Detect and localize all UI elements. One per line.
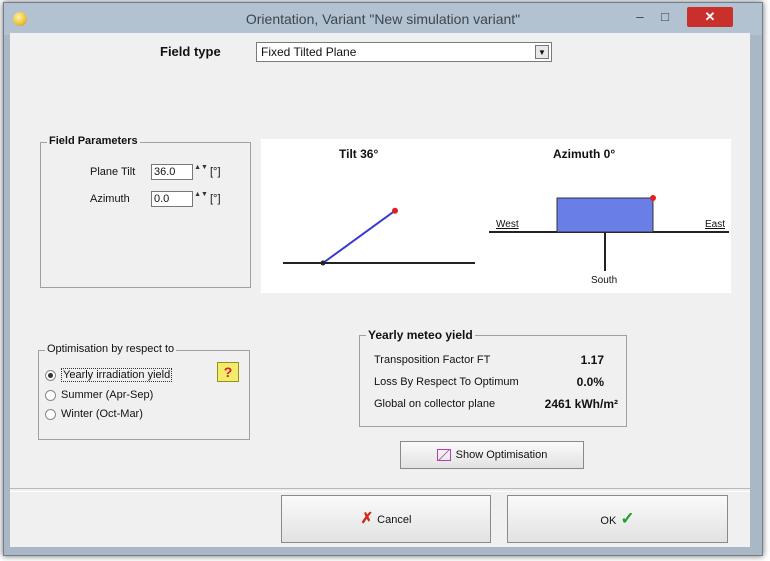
radio-summer-label: Summer (Apr-Sep)	[61, 389, 154, 401]
yearly-yield-title: Yearly meteo yield	[366, 328, 475, 342]
chevron-down-icon[interactable]: ▼	[535, 45, 549, 59]
maximize-button[interactable]: □	[654, 7, 676, 27]
show-optimisation-button[interactable]: Show Optimisation	[400, 441, 584, 469]
global-collector-label: Global on collector plane	[374, 398, 496, 410]
ok-label: OK	[600, 515, 617, 527]
azimuth-input[interactable]: 0.0	[151, 191, 193, 207]
tilt-tip-marker	[392, 207, 398, 214]
show-optimisation-label: Show Optimisation	[455, 449, 548, 461]
azimuth-label: Azimuth	[90, 193, 130, 205]
east-label: East	[705, 219, 726, 230]
check-icon: ✓	[620, 509, 635, 528]
azimuth-corner-marker	[650, 195, 656, 201]
plane-tilt-input[interactable]: 36.0	[151, 164, 193, 180]
field-parameters-title: Field Parameters	[47, 135, 140, 147]
separator	[10, 488, 750, 492]
optimisation-title: Optimisation by respect to	[45, 343, 177, 355]
title-bar[interactable]: Orientation, Variant "New simulation var…	[4, 3, 762, 35]
tilted-plane-line	[322, 209, 396, 264]
minimize-button[interactable]: –	[629, 7, 651, 27]
radio-yearly[interactable]: Yearly irradiation yield	[45, 368, 173, 382]
cancel-label: Cancel	[377, 514, 412, 526]
global-collector-value: 2461 kWh/m²	[544, 397, 618, 411]
yearly-yield-group: Yearly meteo yield Transposition Factor …	[359, 328, 627, 427]
azimuth-unit: [°]	[210, 193, 221, 205]
field-type-select[interactable]: Fixed Tilted Plane ▼	[256, 42, 552, 62]
radio-summer-indicator[interactable]	[45, 389, 56, 401]
chart-icon	[436, 449, 451, 462]
cancel-button[interactable]: ✗ Cancel	[281, 495, 491, 543]
transposition-factor-value: 1.17	[580, 353, 604, 367]
cancel-x-icon: ✗	[360, 510, 374, 527]
orientation-diagram-svg	[283, 195, 729, 271]
ok-button[interactable]: OK ✓	[507, 495, 728, 543]
transposition-factor-label: Transposition Factor FT	[374, 354, 491, 366]
radio-yearly-indicator[interactable]	[45, 369, 56, 381]
help-button[interactable]: ?	[217, 362, 239, 382]
plane-tilt-unit: [°]	[210, 166, 221, 178]
radio-winter-indicator[interactable]	[45, 408, 56, 420]
radio-winter-label: Winter (Oct-Mar)	[61, 408, 143, 420]
field-parameters-group: Field Parameters	[40, 135, 251, 288]
tilt-pivot-marker	[320, 260, 326, 266]
plane-tilt-label: Plane Tilt	[90, 166, 136, 178]
west-label: West	[496, 219, 519, 230]
azimuth-spinner[interactable]: ▲▼	[194, 191, 208, 207]
radio-winter[interactable]: Winter (Oct-Mar)	[45, 408, 143, 420]
orientation-diagram: Tilt 36° Azimuth 0° West East South	[261, 139, 731, 293]
south-label: South	[591, 275, 618, 286]
field-type-value: Fixed Tilted Plane	[261, 45, 357, 59]
radio-summer[interactable]: Summer (Apr-Sep)	[45, 389, 153, 401]
plane-tilt-spinner[interactable]: ▲▼	[194, 164, 208, 180]
field-type-label: Field type	[160, 44, 221, 59]
close-button[interactable]: ✕	[687, 7, 733, 27]
module-rectangle	[556, 197, 654, 233]
loss-optimum-label: Loss By Respect To Optimum	[374, 376, 519, 388]
radio-yearly-label: Yearly irradiation yield	[61, 368, 173, 382]
loss-optimum-value: 0.0%	[576, 375, 604, 389]
